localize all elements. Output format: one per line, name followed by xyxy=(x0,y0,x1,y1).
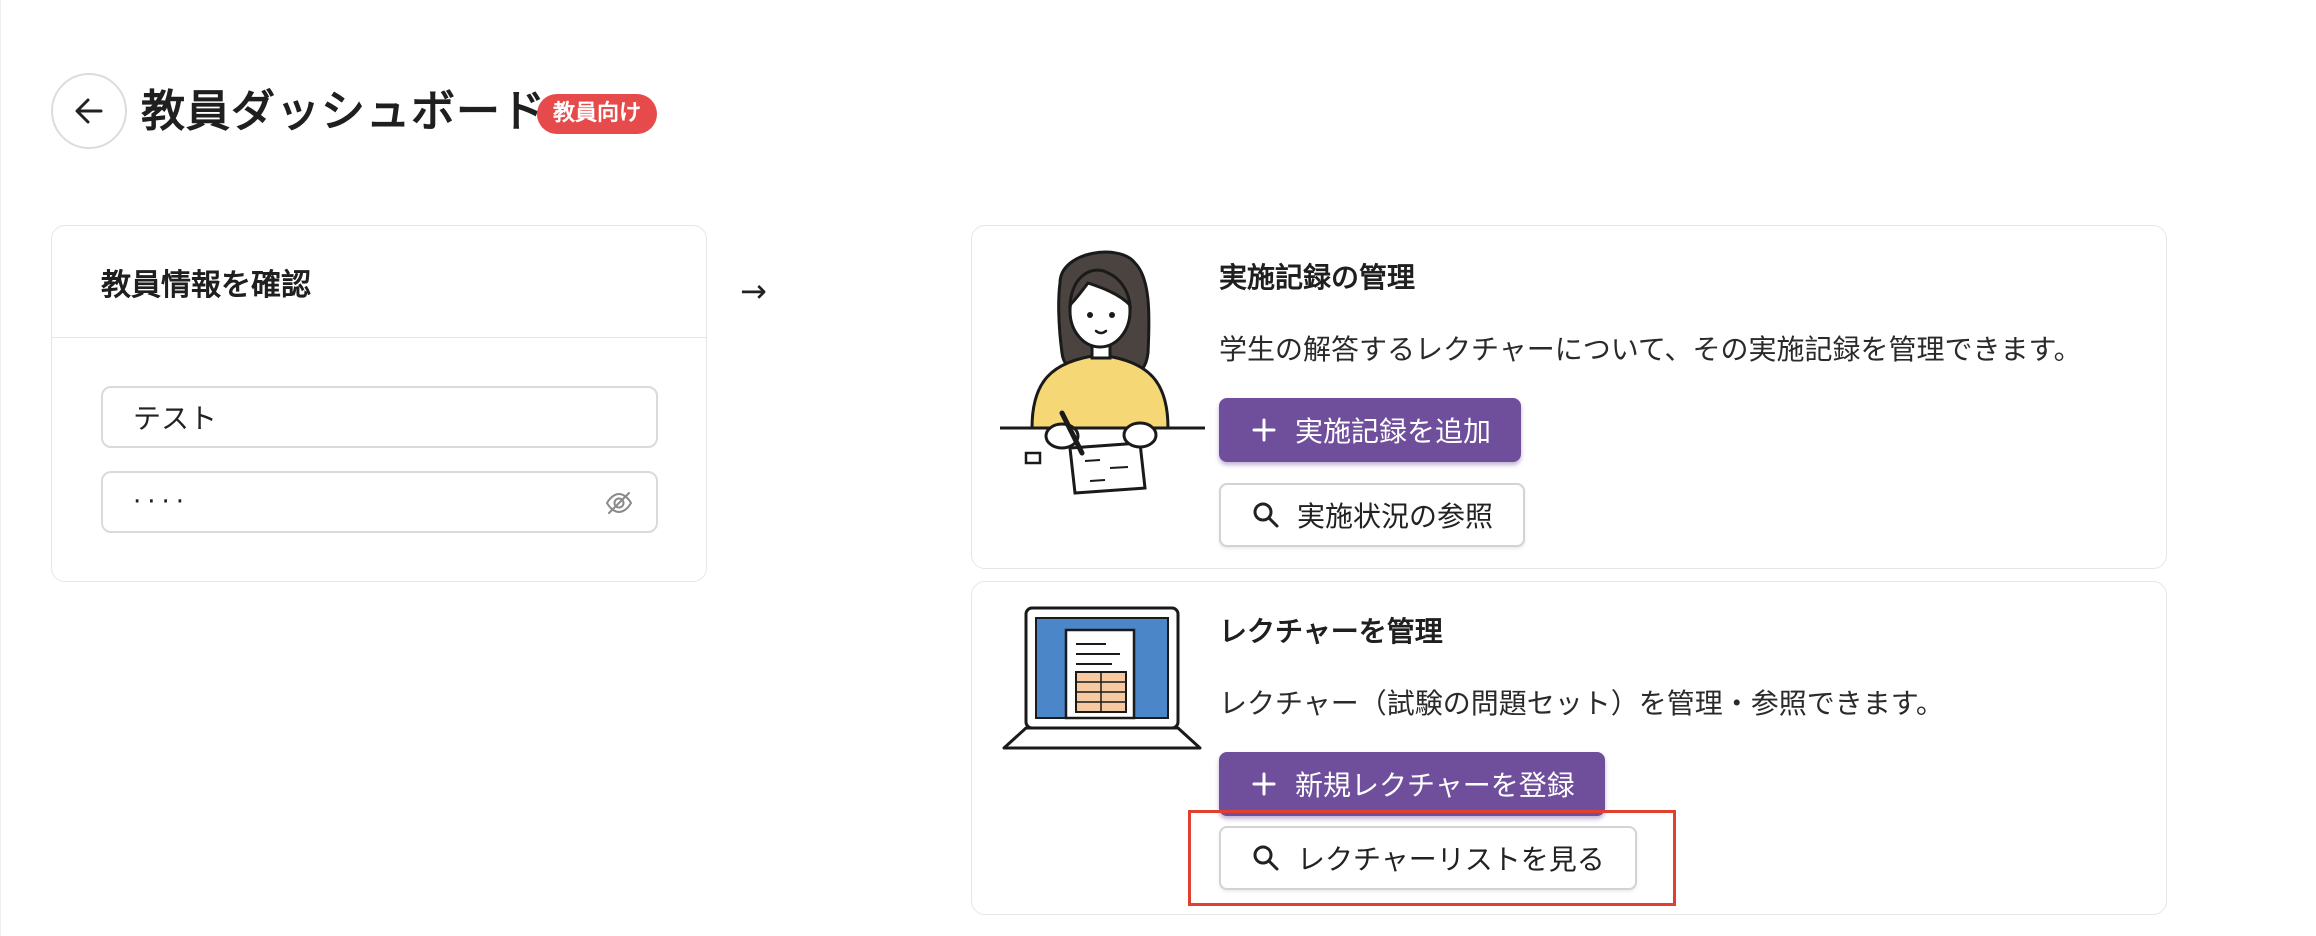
teacher-info-card: 教員情報を確認 テスト ···· xyxy=(51,225,707,582)
teacher-info-title: 教員情報を確認 xyxy=(52,226,706,338)
laptop-illustration xyxy=(1002,606,1202,750)
view-status-button[interactable]: 実施状況の参照 xyxy=(1219,483,1526,547)
page-title: 教員ダッシュボード xyxy=(141,86,546,137)
eye-off-icon[interactable] xyxy=(604,488,634,518)
plus-icon xyxy=(1252,418,1276,442)
plus-icon xyxy=(1252,772,1276,796)
audience-badge: 教員向け xyxy=(537,94,658,134)
name-field[interactable]: テスト xyxy=(101,386,658,448)
page-edge xyxy=(0,0,1,936)
back-arrow-icon xyxy=(75,98,103,124)
flow-arrow: → xyxy=(740,272,767,310)
student-writing-illustration xyxy=(1000,250,1205,495)
lectures-title: レクチャーを管理 xyxy=(1219,615,1443,648)
search-icon xyxy=(1253,502,1279,528)
back-button[interactable] xyxy=(51,73,127,149)
add-record-label: 実施記録を追加 xyxy=(1295,415,1492,448)
add-record-button[interactable]: 実施記録を追加 xyxy=(1219,398,1522,462)
lectures-description: レクチャー（試験の問題セット）を管理・参照できます。 xyxy=(1219,687,1944,720)
records-title: 実施記録の管理 xyxy=(1219,261,1416,294)
records-description: 学生の解答するレクチャーについて、その実施記録を管理できます。 xyxy=(1219,333,2082,366)
password-field-value: ···· xyxy=(133,487,191,517)
view-status-label: 実施状況の参照 xyxy=(1297,500,1494,533)
register-lecture-label: 新規レクチャーを登録 xyxy=(1295,769,1575,802)
register-lecture-button[interactable]: 新規レクチャーを登録 xyxy=(1219,752,1605,816)
highlight-box xyxy=(1188,810,1676,906)
name-field-value: テスト xyxy=(133,402,218,435)
password-field[interactable]: ···· xyxy=(101,471,658,533)
